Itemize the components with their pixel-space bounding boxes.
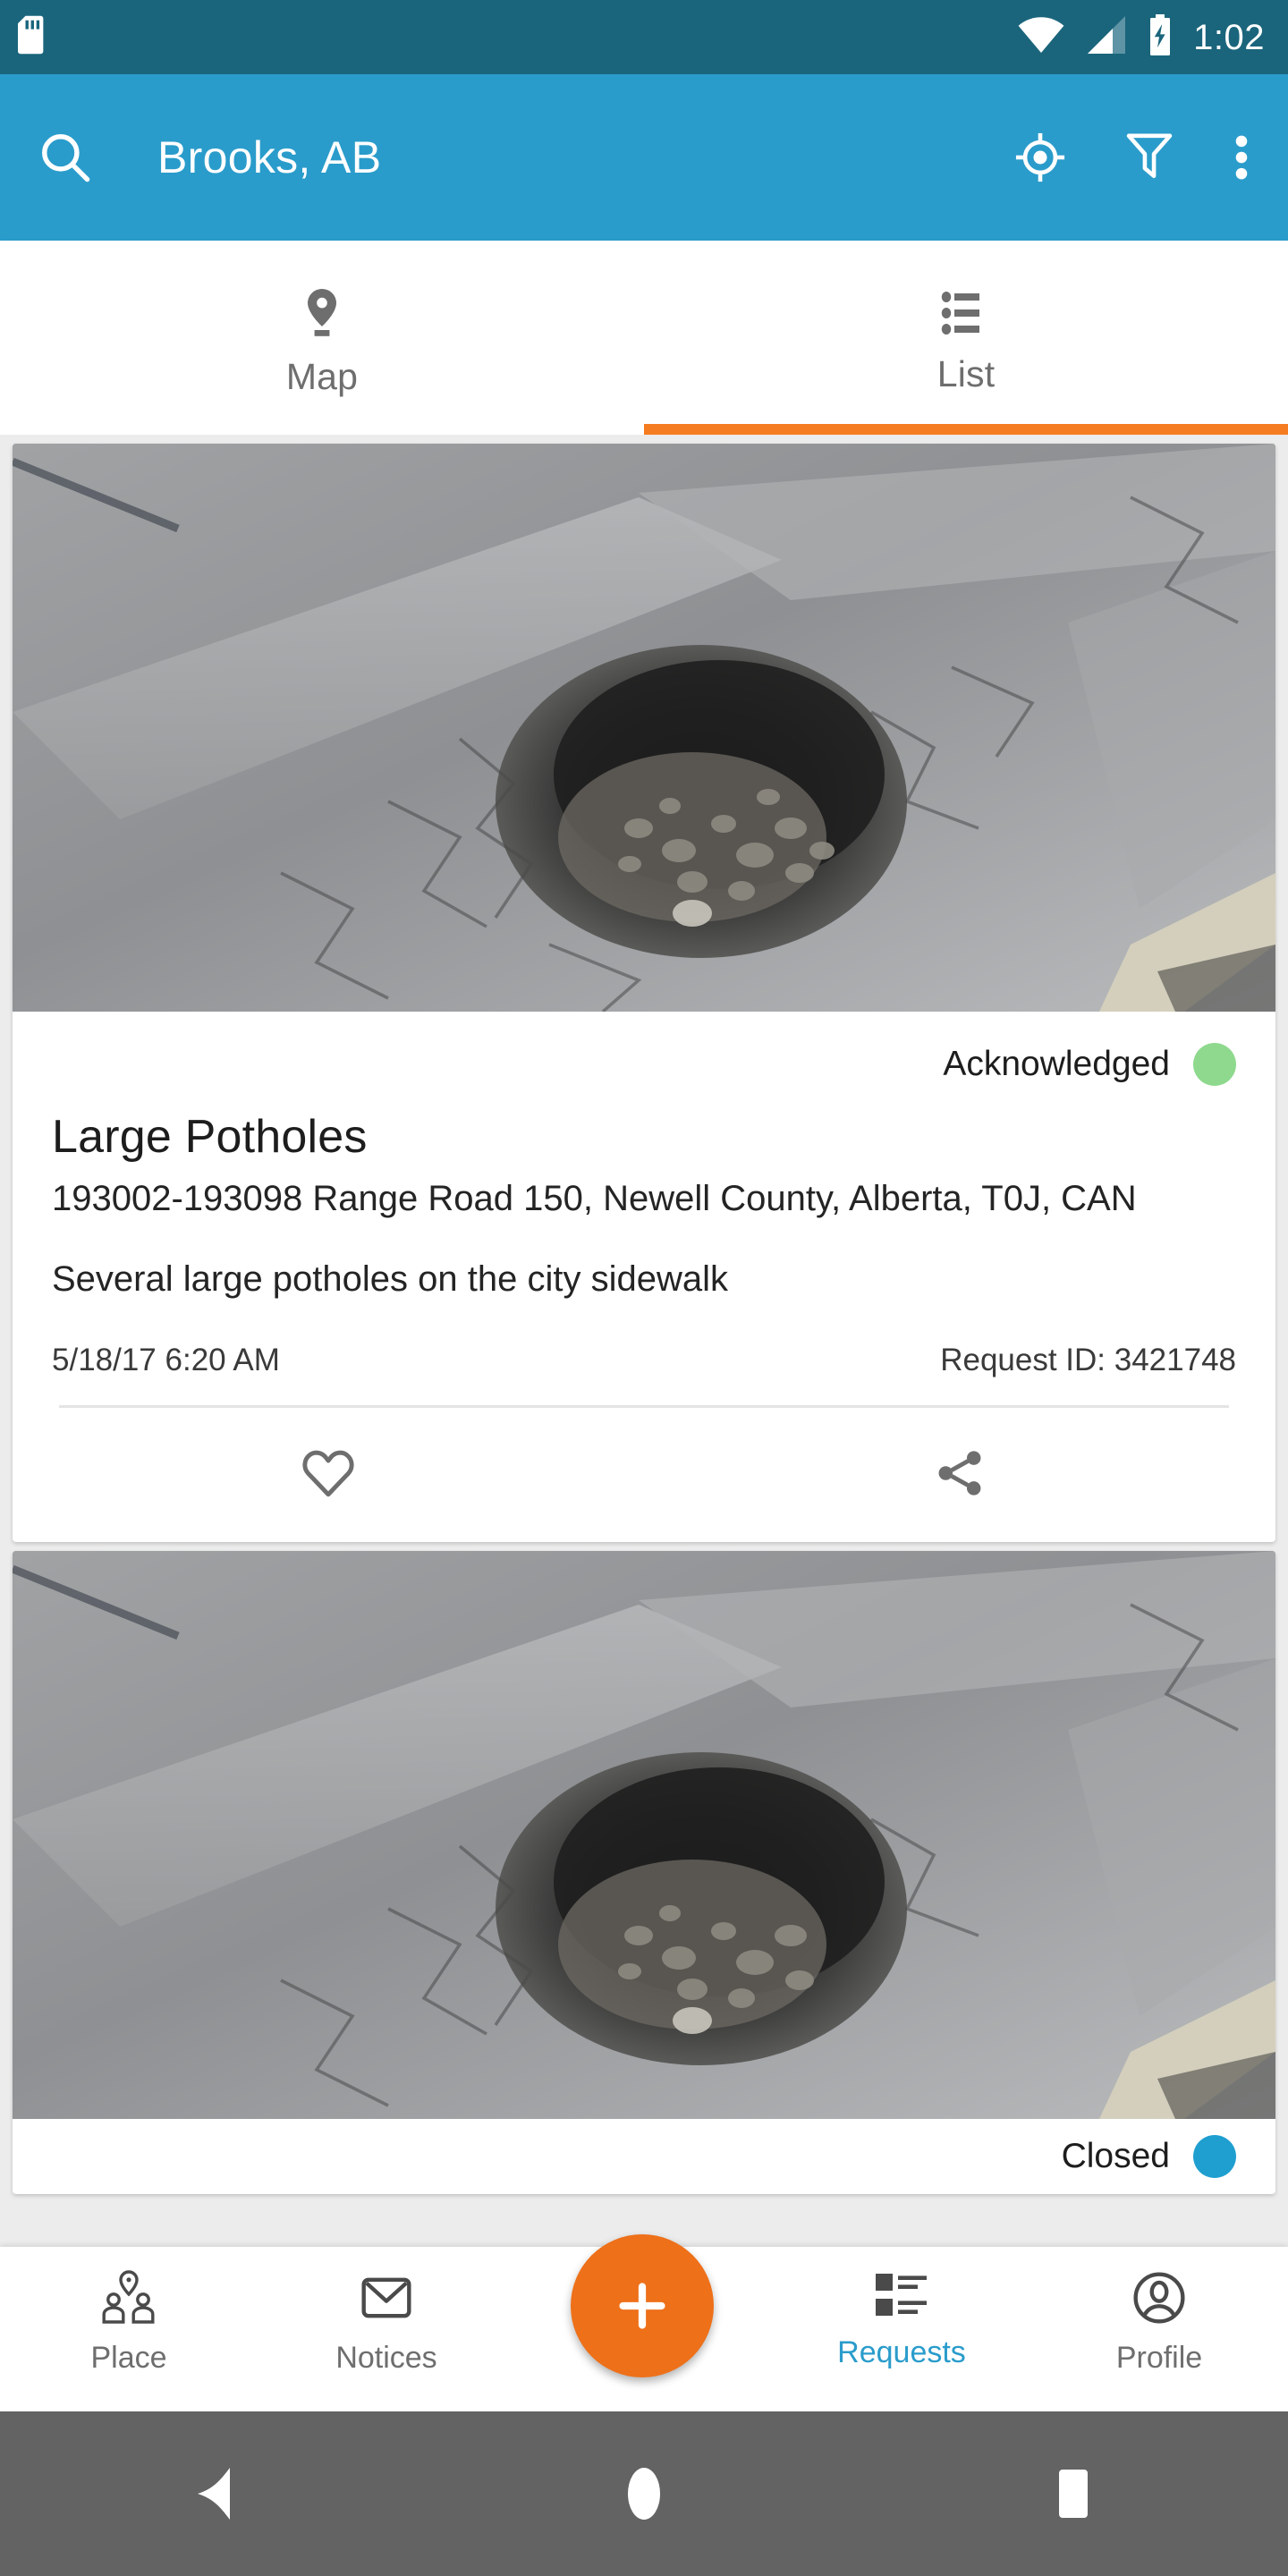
tab-map[interactable]: Map [0, 241, 644, 435]
status-dot [1193, 2135, 1236, 2178]
share-icon [934, 1447, 986, 1504]
request-address: 193002-193098 Range Road 150, Newell Cou… [52, 1179, 1137, 1218]
tab-active-indicator [644, 424, 1288, 435]
request-photo[interactable] [13, 1551, 1275, 2119]
request-date: 5/18/17 6:20 AM [52, 1343, 280, 1377]
app-bar-title: Brooks, AB [157, 132, 382, 182]
wifi-icon [1018, 16, 1064, 58]
status-row: Closed [13, 2119, 1275, 2194]
requests-list[interactable]: Acknowledged Large Potholes 193002-19309… [0, 435, 1288, 2247]
status-label: Closed [1061, 2137, 1170, 2175]
tab-bar: Map List [0, 241, 1288, 435]
battery-charging-icon [1147, 14, 1174, 60]
request-card[interactable]: Closed [13, 1551, 1275, 2194]
nav-item-place-label: Place [90, 2341, 167, 2375]
envelope-icon [359, 2270, 414, 2330]
status-dot [1193, 1043, 1236, 1086]
place-people-icon [99, 2270, 158, 2330]
nav-item-place[interactable]: Place [0, 2247, 258, 2376]
request-description: Several large potholes on the city sidew… [52, 1259, 728, 1299]
request-title: Large Potholes [52, 1111, 368, 1163]
nav-item-notices-label: Notices [335, 2341, 437, 2375]
requests-list-icon [874, 2270, 929, 2325]
overflow-menu-icon[interactable] [1233, 131, 1250, 183]
back-triangle-icon[interactable] [0, 2466, 429, 2521]
card-actions [13, 1408, 1275, 1542]
heart-icon [301, 1447, 356, 1504]
share-button[interactable] [644, 1447, 1275, 1504]
my-location-icon[interactable] [1014, 131, 1066, 183]
nav-item-notices[interactable]: Notices [258, 2247, 515, 2376]
add-request-fab[interactable] [571, 2234, 714, 2377]
app-bar-actions [1014, 131, 1263, 183]
status-label: Acknowledged [943, 1045, 1170, 1083]
plus-icon [619, 2283, 665, 2329]
home-circle-icon[interactable] [429, 2466, 859, 2521]
status-bar: 1:02 [0, 0, 1288, 74]
tab-list-label: List [936, 352, 996, 394]
map-pin-icon [302, 287, 342, 343]
request-card-body: Acknowledged Large Potholes 193002-19309… [13, 1012, 1275, 1378]
tab-map-label: Map [285, 355, 359, 397]
sd-card-icon [18, 15, 48, 59]
nav-item-profile[interactable]: Profile [1030, 2247, 1288, 2376]
filter-icon[interactable] [1125, 131, 1174, 183]
app-bar: Brooks, AB [0, 74, 1288, 241]
status-bar-clock: 1:02 [1193, 17, 1265, 57]
favorite-button[interactable] [13, 1447, 644, 1504]
request-card[interactable]: Acknowledged Large Potholes 193002-19309… [13, 444, 1275, 1542]
search-icon[interactable] [38, 130, 93, 185]
nav-item-requests[interactable]: Requests [773, 2247, 1030, 2370]
request-id: Request ID: 3421748 [940, 1343, 1236, 1377]
status-bar-left-icons [18, 15, 48, 59]
android-navigation-bar [0, 2411, 1288, 2576]
nav-item-profile-label: Profile [1115, 2341, 1203, 2375]
status-row: Acknowledged [52, 1012, 1236, 1117]
recents-square-icon[interactable] [859, 2468, 1288, 2520]
status-bar-right-icons: 1:02 [1018, 14, 1265, 60]
request-meta: 5/18/17 6:20 AM Request ID: 3421748 [52, 1343, 1236, 1378]
list-icon [941, 290, 991, 341]
tab-list[interactable]: List [644, 241, 1288, 435]
request-photo[interactable] [13, 444, 1275, 1012]
nav-item-requests-label: Requests [837, 2335, 966, 2369]
cell-signal-icon [1084, 16, 1127, 58]
account-circle-icon [1131, 2270, 1187, 2330]
